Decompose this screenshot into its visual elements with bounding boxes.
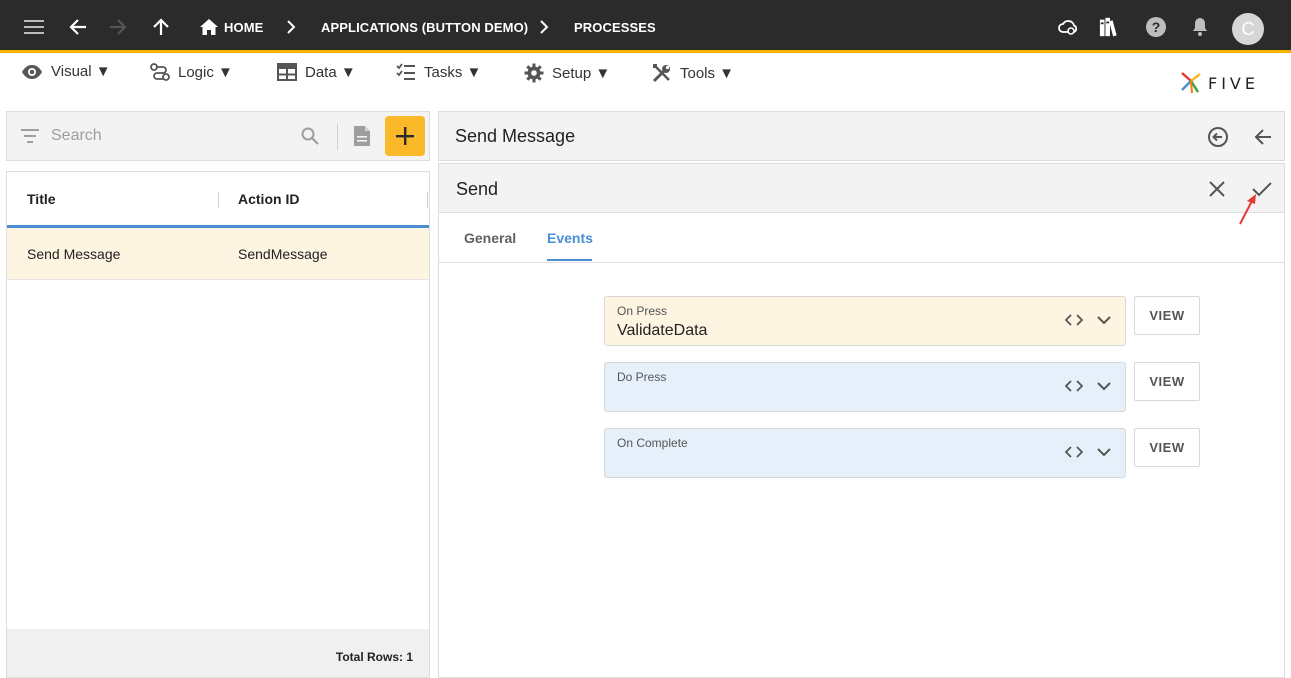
five-logo: FIVE <box>1180 71 1259 95</box>
code-icon[interactable] <box>1065 380 1083 392</box>
tab-general[interactable]: General <box>464 230 516 246</box>
form-header: Send <box>439 164 1284 213</box>
search-input[interactable]: Search <box>51 127 102 145</box>
search-icon[interactable] <box>301 127 319 145</box>
list-search-bar: Search <box>6 111 430 161</box>
logic-icon <box>150 63 170 81</box>
list-header: Title Action ID <box>7 172 429 228</box>
five-logo-mark <box>1181 72 1201 94</box>
table-icon <box>277 63 297 81</box>
cell-title: Send Message <box>27 246 121 262</box>
breadcrumb-processes[interactable]: PROCESSES <box>574 20 656 35</box>
on-complete-field[interactable]: On Complete <box>604 428 1126 478</box>
up-arrow-icon[interactable] <box>150 16 172 38</box>
view-on-complete-button[interactable]: VIEW <box>1134 428 1200 467</box>
detail-form-panel: Send General Events On Press ValidateDat… <box>438 163 1285 678</box>
chevron-right-icon <box>533 16 555 38</box>
home-icon[interactable] <box>198 16 220 38</box>
menu-setup[interactable]: Setup ▼ <box>524 63 610 83</box>
eye-icon <box>22 64 42 79</box>
menu-logic-label: Logic ▼ <box>178 63 233 81</box>
menu-tools[interactable]: Tools ▼ <box>652 63 734 83</box>
top-app-bar: HOME APPLICATIONS (BUTTON DEMO) PROCESSE… <box>0 0 1291 53</box>
form-title: Send <box>456 179 499 199</box>
detail-header: Send Message <box>438 111 1285 161</box>
checklist-icon <box>396 63 415 80</box>
code-icon[interactable] <box>1065 314 1083 326</box>
list-footer: Total Rows: 1 <box>7 629 429 677</box>
cloud-sync-icon[interactable] <box>1057 16 1079 38</box>
close-icon[interactable] <box>1209 181 1225 197</box>
annotation-arrow-icon <box>1239 194 1256 225</box>
add-record-button[interactable] <box>385 116 425 156</box>
on-press-field[interactable]: On Press ValidateData <box>604 296 1126 346</box>
active-tab-indicator <box>547 259 592 261</box>
menu-logic[interactable]: Logic ▼ <box>150 63 233 81</box>
user-avatar[interactable]: C <box>1232 13 1264 45</box>
back-arrow-icon[interactable] <box>1253 127 1273 147</box>
column-separator[interactable] <box>427 192 428 208</box>
breadcrumb-applications[interactable]: APPLICATIONS (BUTTON DEMO) <box>321 20 528 35</box>
detail-title: Send Message <box>455 126 576 146</box>
search-divider <box>337 124 338 150</box>
do-press-field[interactable]: Do Press <box>604 362 1126 412</box>
chevron-down-icon[interactable] <box>1097 381 1111 391</box>
menu-visual[interactable]: Visual ▼ <box>21 63 111 80</box>
gear-icon <box>524 63 544 83</box>
view-on-press-button[interactable]: VIEW <box>1134 296 1200 335</box>
menu-tasks-label: Tasks ▼ <box>424 63 482 81</box>
process-list-panel: Title Action ID Send Message SendMessage… <box>6 171 430 678</box>
on-complete-label: On Complete <box>617 436 688 450</box>
hamburger-menu-icon[interactable] <box>23 16 45 38</box>
svg-text:?: ? <box>1152 19 1161 35</box>
plus-icon <box>396 127 414 145</box>
on-press-label: On Press <box>617 304 668 318</box>
chevron-down-icon[interactable] <box>1097 315 1111 325</box>
main-menu-bar: Visual ▼ Logic ▼ Data ▼ Tasks ▼ Setup ▼ … <box>0 56 1291 96</box>
back-arrow-icon[interactable] <box>67 16 89 38</box>
column-header-action-id[interactable]: Action ID <box>238 191 299 207</box>
menu-data-label: Data ▼ <box>305 63 356 81</box>
column-header-title[interactable]: Title <box>27 191 56 207</box>
view-do-press-button[interactable]: VIEW <box>1134 362 1200 401</box>
total-rows-label: Total Rows: 1 <box>335 650 413 664</box>
notification-bell-icon[interactable] <box>1189 16 1211 38</box>
document-icon[interactable] <box>353 125 371 147</box>
tab-events[interactable]: Events <box>547 230 593 246</box>
filter-icon[interactable] <box>21 129 39 143</box>
table-row[interactable]: Send Message SendMessage <box>7 228 429 280</box>
menu-tasks[interactable]: Tasks ▼ <box>396 63 481 81</box>
code-icon[interactable] <box>1065 446 1083 458</box>
menu-data[interactable]: Data ▼ <box>277 63 356 81</box>
library-books-icon[interactable] <box>1099 16 1121 38</box>
five-logo-text: FIVE <box>1208 73 1259 93</box>
form-tabs: General Events <box>439 213 1284 263</box>
menu-setup-label: Setup ▼ <box>552 64 611 82</box>
chevron-right-icon <box>280 16 302 38</box>
history-back-icon[interactable] <box>1207 126 1229 148</box>
help-icon[interactable]: ? <box>1145 16 1167 38</box>
tools-icon <box>652 64 670 83</box>
menu-visual-label: Visual ▼ <box>51 63 111 80</box>
breadcrumb-home[interactable]: HOME <box>224 20 263 35</box>
column-separator[interactable] <box>218 192 219 208</box>
do-press-label: Do Press <box>617 370 667 384</box>
menu-tools-label: Tools ▼ <box>680 64 735 82</box>
on-press-value: ValidateData <box>617 322 708 339</box>
cell-action-id: SendMessage <box>238 246 328 262</box>
chevron-down-icon[interactable] <box>1097 447 1111 457</box>
forward-arrow-icon[interactable] <box>107 16 129 38</box>
